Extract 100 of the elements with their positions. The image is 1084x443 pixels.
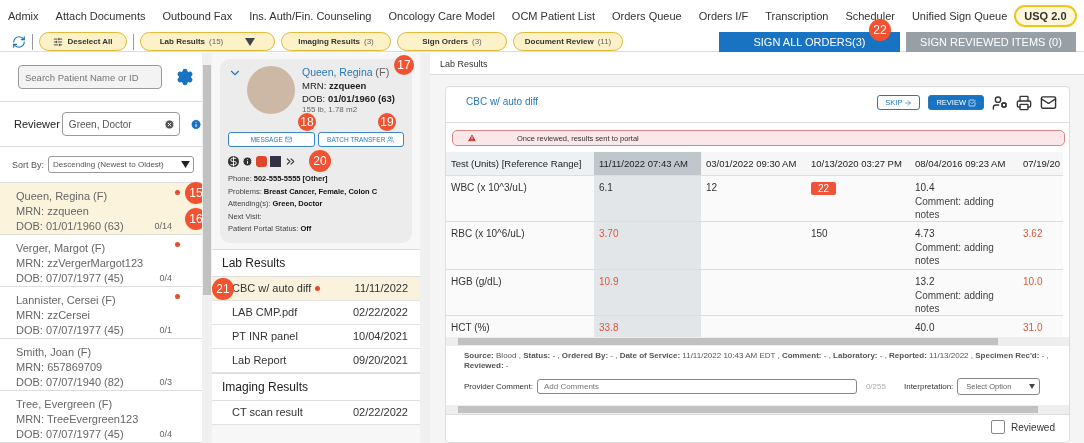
column-header[interactable]: 11/11/2022 07:43 AM bbox=[594, 152, 701, 175]
column-header[interactable]: 08/04/2016 09:23 AM bbox=[910, 152, 1018, 175]
result-value: 10.9 bbox=[599, 276, 619, 287]
result-value: 4.73 bbox=[915, 228, 935, 239]
result-value: 12 bbox=[706, 182, 718, 193]
nav-tab[interactable]: USQ 2.0 bbox=[1014, 5, 1077, 27]
item-count: 0/4 bbox=[159, 428, 172, 441]
patient-dob: DOB: 07/07/1977 (45) bbox=[16, 323, 124, 338]
search-field[interactable]: Search Patient Name or ID bbox=[18, 65, 162, 89]
nav-tab[interactable]: Orders I/F bbox=[698, 10, 749, 22]
item-count: 0/1 bbox=[159, 324, 172, 337]
result-value: 22 bbox=[811, 182, 837, 195]
result-item[interactable]: Lab Report 09/20/2021 bbox=[212, 348, 420, 373]
result-item[interactable]: LAB CMP.pdf 02/22/2022 bbox=[212, 300, 420, 325]
result-item[interactable]: 21 CBC w/ auto diff 11/11/2022 bbox=[212, 276, 420, 301]
patient-dob: DOB: 01/01/1960 (63) bbox=[302, 92, 395, 105]
result-name: Lab Report bbox=[232, 354, 287, 366]
patient-name: Queen, Regina (F) bbox=[16, 189, 108, 204]
test-name: RBC (x 10^6/uL) bbox=[451, 228, 525, 239]
nav-tab[interactable]: Ins. Auth/Fin. Counseling bbox=[249, 10, 372, 22]
result-date: 02/22/2022 bbox=[352, 406, 408, 418]
result-item[interactable]: CT scan result 02/22/2022 bbox=[212, 400, 420, 425]
result-date: 09/20/2021 bbox=[352, 354, 408, 366]
result-name: CBC w/ auto diff bbox=[232, 282, 312, 294]
callout-number: 18 bbox=[298, 113, 316, 131]
result-value: 150 bbox=[811, 228, 828, 239]
filter-pill[interactable]: Lab Results (15) bbox=[140, 32, 275, 51]
nav-tab[interactable]: OCM Patient List bbox=[511, 10, 595, 22]
nav-tab[interactable]: Outbound Fax bbox=[162, 10, 233, 22]
column-header[interactable]: 03/01/2022 09:30 AM bbox=[701, 152, 806, 175]
patient-name[interactable]: Queen, Regina bbox=[302, 66, 373, 78]
column-header[interactable]: 10/13/2020 03:27 PM bbox=[806, 152, 910, 175]
patient-name: Verger, Margot (F) bbox=[16, 241, 106, 256]
patient-sex: (F) bbox=[375, 66, 390, 78]
reviewer-label: Reviewer bbox=[14, 118, 60, 130]
filter-pill[interactable]: Imaging Results (3) bbox=[281, 32, 391, 51]
patient-mrn: MRN: 657869709 bbox=[16, 360, 103, 375]
callout-number: 15 bbox=[185, 182, 202, 204]
result-title: CBC w/ auto diff bbox=[466, 96, 539, 107]
result-date: 11/11/2022 bbox=[354, 282, 408, 294]
nav-tab[interactable]: Admix bbox=[8, 10, 39, 22]
callout-number: 21 bbox=[212, 277, 234, 300]
result-item[interactable]: PT INR panel 10/04/2021 bbox=[212, 324, 420, 349]
patient-item[interactable]: 15 16 Queen, Regina (F) MRN: zzqueen DOB: 01/01/1960 (63) 0/14 bbox=[0, 183, 202, 235]
callout-number: 19 bbox=[378, 113, 396, 131]
result-value: 3.62 bbox=[1023, 228, 1043, 239]
result-value: 13.2 bbox=[915, 276, 935, 287]
result-value: 10.0 bbox=[1023, 276, 1043, 287]
test-name: HCT (%) bbox=[451, 322, 490, 333]
nav-tab[interactable]: Orders Queue bbox=[612, 10, 682, 22]
nav-tab[interactable]: Attach Documents bbox=[55, 10, 146, 22]
item-count: 0/3 bbox=[159, 376, 172, 389]
patient-mrn: MRN: zzqueen bbox=[302, 79, 368, 92]
result-date: 10/04/2021 bbox=[352, 330, 408, 342]
sort-label: Sort By: bbox=[12, 159, 44, 170]
result-comment: Comment: adding notes bbox=[915, 241, 995, 267]
result-value: 3.70 bbox=[599, 228, 619, 239]
filter-pill[interactable]: Document Review (11) bbox=[513, 32, 623, 51]
reviewer-field[interactable]: Green, Doctor bbox=[61, 112, 180, 136]
comment-field[interactable]: Add Comments bbox=[536, 379, 857, 394]
result-name: PT INR panel bbox=[232, 330, 298, 342]
result-date: 02/22/2022 bbox=[352, 306, 408, 318]
patient-mrn: MRN: zzqueen bbox=[16, 204, 89, 219]
filter-pill[interactable]: Sign Orders (3) bbox=[397, 32, 507, 51]
deselect-all-button[interactable]: Deselect All bbox=[39, 32, 127, 51]
result-comment: Comment: adding notes bbox=[915, 289, 995, 315]
section-title: Lab Results bbox=[430, 53, 1084, 75]
sort-select[interactable]: Descending (Newest to Oldest) bbox=[48, 156, 194, 173]
column-header: Test (Units) [Reference Range] bbox=[446, 152, 594, 175]
patient-name: Tree, Evergreen (F) bbox=[16, 397, 113, 412]
char-counter: 0/255 bbox=[865, 382, 886, 391]
test-name: WBC (x 10^3/uL) bbox=[451, 182, 527, 193]
reviewed-label: Reviewed bbox=[1011, 421, 1055, 433]
result-value: 10.4 bbox=[915, 182, 935, 193]
patient-dob: DOB: 07/07/1977 (45) bbox=[16, 427, 124, 442]
provider-comment-label: Provider Comment: bbox=[464, 382, 533, 391]
nav-tab[interactable]: Unified Sign Queue bbox=[911, 10, 1008, 22]
patient-dob: DOB: 01/01/1960 (63) bbox=[16, 219, 124, 234]
column-header[interactable]: 07/19/20 bbox=[1018, 152, 1063, 175]
test-name: HGB (g/dL) bbox=[451, 276, 502, 287]
callout-number: 17 bbox=[394, 55, 414, 75]
group-title: Lab Results bbox=[212, 248, 420, 277]
patient-vitals: 155 lb, 1.78 m2 bbox=[302, 105, 359, 114]
patient-name: Smith, Joan (F) bbox=[16, 345, 92, 360]
result-metadata: Source: Blood , Status: - , Ordered By: - , Date of Service: 11/11/2022 10:43 AM EDT , Comment: - , Laboratory: - , Reported: 11/13/2022 , Specimen Rec'd: - , Reviewed: - bbox=[463, 350, 1050, 372]
patient-mrn: MRN: zzCersei bbox=[16, 308, 90, 323]
result-value: 40.0 bbox=[915, 322, 935, 333]
result-value: 6.1 bbox=[599, 182, 613, 193]
result-value: 31.0 bbox=[1023, 322, 1043, 333]
patient-dob: DOB: 07/07/1977 (45) bbox=[16, 271, 124, 286]
nav-tab[interactable]: Oncology Care Model bbox=[388, 10, 495, 22]
nav-tab[interactable]: Transcription bbox=[765, 10, 829, 22]
result-value: 33.8 bbox=[599, 322, 619, 333]
callout-number: 20 bbox=[309, 150, 331, 172]
group-title: Imaging Results bbox=[212, 372, 420, 401]
patient-mrn: MRN: TreeEvergreen123 bbox=[16, 412, 139, 427]
patient-name: Lannister, Cersei (F) bbox=[16, 293, 116, 308]
patient-mrn: MRN: zzVergerMargot123 bbox=[16, 256, 144, 271]
item-count: 0/4 bbox=[159, 272, 172, 285]
item-count: 0/14 bbox=[154, 220, 172, 233]
